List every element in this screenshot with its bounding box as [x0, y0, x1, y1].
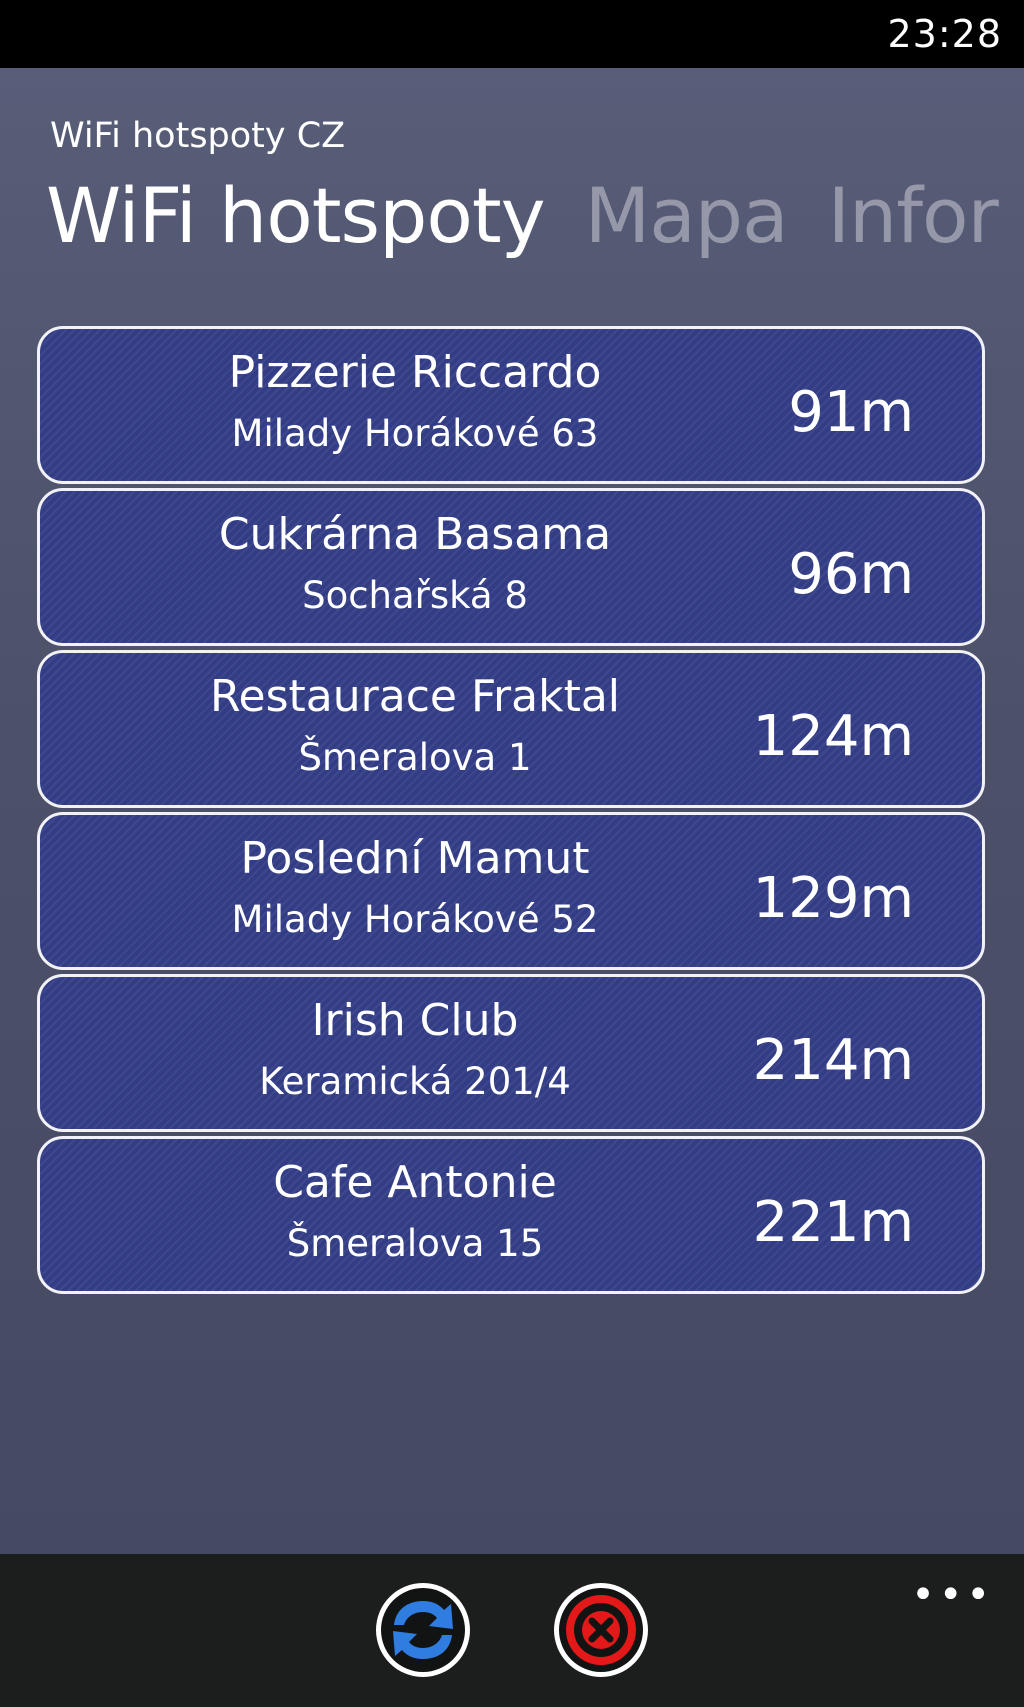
hotspot-name: Pizzerie Riccardo	[228, 347, 602, 398]
stop-button[interactable]	[550, 1579, 652, 1681]
hotspot-card-restaurace-fraktal[interactable]: Restaurace Fraktal Šmeralova 1 124m	[37, 650, 985, 808]
hotspot-card-posledni-mamut[interactable]: Poslední Mamut Milady Horákové 52 129m	[37, 812, 985, 970]
status-time: 23:28	[887, 12, 1002, 56]
hotspot-name: Restaurace Fraktal	[209, 671, 621, 722]
hotspot-distance: 214m	[752, 1028, 914, 1093]
pivot-header: WiFi hotspoty Mapa Infor	[46, 168, 1024, 264]
hotspot-name: Cafe Antonie	[273, 1157, 557, 1208]
hotspot-address: Milady Horákové 63	[231, 412, 599, 455]
app-title: WiFi hotspoty CZ	[50, 116, 346, 156]
tab-mapa[interactable]: Mapa	[585, 168, 789, 264]
app-bar: •••	[0, 1554, 1024, 1707]
stop-icon	[550, 1579, 652, 1681]
hotspot-name: Poslední Mamut	[240, 833, 590, 884]
hotspot-name: Cukrárna Basama	[218, 509, 612, 560]
hotspot-card-irish-club[interactable]: Irish Club Keramická 201/4 214m	[37, 974, 985, 1132]
more-options-button[interactable]: •••	[911, 1575, 994, 1615]
hotspot-distance: 91m	[788, 380, 914, 445]
hotspot-name: Irish Club	[311, 995, 519, 1046]
tab-wifi-hotspoty[interactable]: WiFi hotspoty	[46, 168, 546, 264]
refresh-icon	[372, 1579, 474, 1681]
hotspot-distance: 221m	[752, 1190, 914, 1255]
hotspot-list: Pizzerie Riccardo Milady Horákové 63 91m…	[37, 326, 985, 1298]
tab-informace[interactable]: Infor	[828, 168, 999, 264]
status-bar: 23:28	[0, 0, 1024, 68]
hotspot-distance: 124m	[752, 704, 914, 769]
hotspot-address: Sochařská 8	[302, 574, 528, 617]
hotspot-address: Šmeralova 1	[298, 736, 532, 779]
hotspot-address: Šmeralova 15	[286, 1222, 544, 1265]
hotspot-address: Keramická 201/4	[259, 1060, 571, 1103]
hotspot-card-pizzerie-riccardo[interactable]: Pizzerie Riccardo Milady Horákové 63 91m	[37, 326, 985, 484]
hotspot-card-cukrarna-basama[interactable]: Cukrárna Basama Sochařská 8 96m	[37, 488, 985, 646]
main-page: WiFi hotspoty CZ WiFi hotspoty Mapa Infor …	[0, 68, 1024, 1554]
hotspot-address: Milady Horákové 52	[231, 898, 599, 941]
refresh-button[interactable]	[372, 1579, 474, 1681]
hotspot-distance: 129m	[752, 866, 914, 931]
hotspot-distance: 96m	[788, 542, 914, 607]
hotspot-card-cafe-antonie[interactable]: Cafe Antonie Šmeralova 15 221m	[37, 1136, 985, 1294]
